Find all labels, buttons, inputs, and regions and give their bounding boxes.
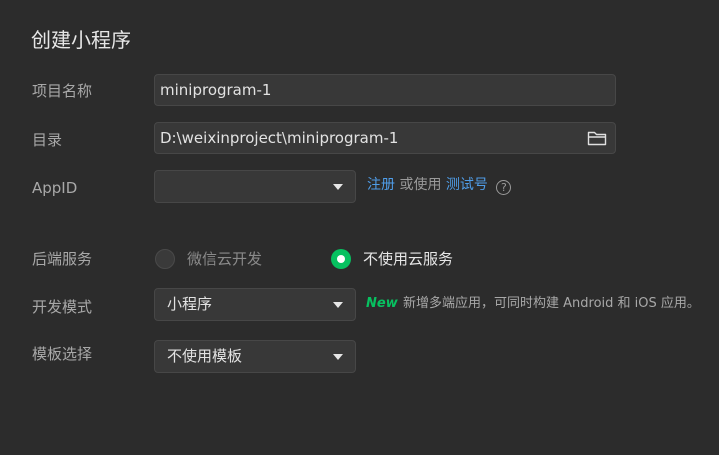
chevron-down-icon (333, 184, 343, 190)
chevron-down-icon (333, 354, 343, 360)
dev-mode-select[interactable]: 小程序 (154, 288, 356, 321)
template-select[interactable]: 不使用模板 (154, 340, 356, 373)
new-badge: New (366, 296, 398, 311)
appid-select[interactable] (154, 170, 356, 203)
register-link[interactable]: 注册 (367, 177, 395, 193)
radio-wechat-cloud[interactable] (155, 249, 175, 269)
new-feature-description: 新增多端应用，可同时构建 Android 和 iOS 应用。 (403, 296, 700, 311)
help-icon[interactable]: ? (496, 180, 512, 195)
directory-value: D:\weixinproject\miniprogram-1 (160, 129, 399, 147)
dev-mode-value: 小程序 (167, 295, 213, 313)
dialog-title: 创建小程序 (31, 28, 131, 52)
or-use-text: 或使用 (399, 177, 442, 193)
backend-label: 后端服务 (32, 250, 93, 268)
template-value: 不使用模板 (167, 347, 243, 365)
radio-wechat-cloud-label[interactable]: 微信云开发 (187, 249, 262, 269)
radio-no-cloud-label[interactable]: 不使用云服务 (363, 249, 453, 269)
dev-mode-label: 开发模式 (32, 298, 93, 316)
folder-icon[interactable] (587, 130, 607, 146)
template-label: 模板选择 (32, 345, 93, 363)
project-name-value: miniprogram-1 (160, 81, 272, 99)
chevron-down-icon (333, 302, 343, 308)
appid-hint: 注册 或使用 测试号 ? (367, 176, 512, 195)
project-name-label: 项目名称 (32, 82, 93, 100)
project-name-input[interactable]: miniprogram-1 (154, 74, 616, 106)
directory-label: 目录 (32, 131, 63, 149)
radio-no-cloud[interactable] (331, 249, 351, 269)
appid-label: AppID (32, 179, 78, 197)
directory-input[interactable]: D:\weixinproject\miniprogram-1 (154, 122, 616, 154)
test-id-link[interactable]: 测试号 (446, 177, 488, 193)
